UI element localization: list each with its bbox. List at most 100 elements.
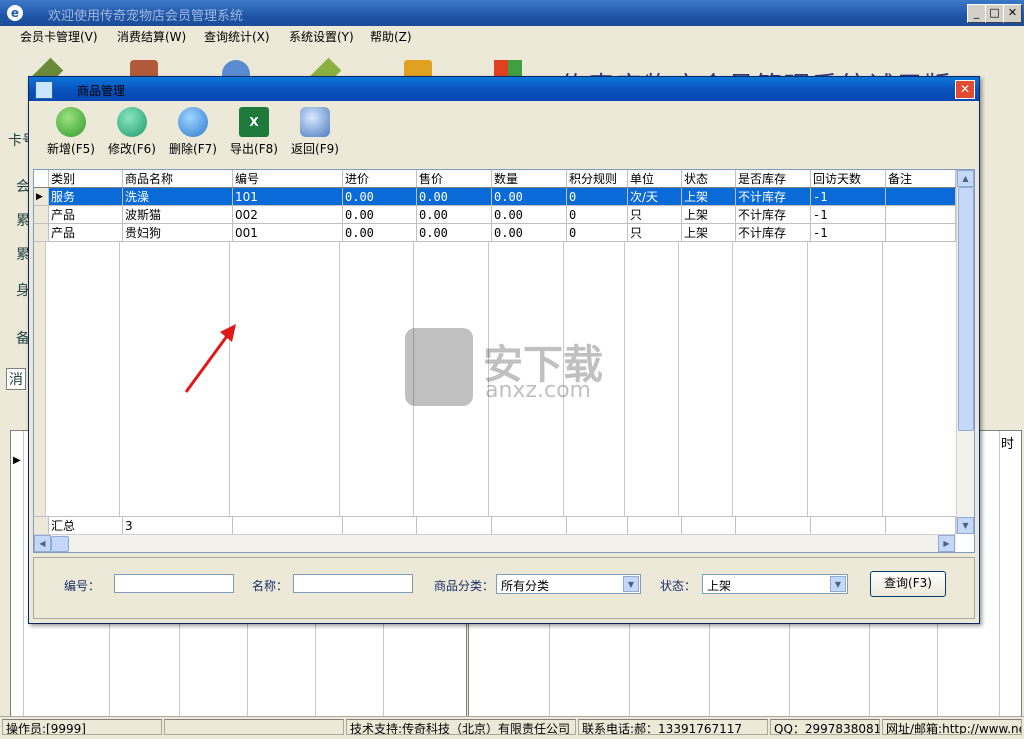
col-quantity[interactable]: 数量: [491, 170, 567, 188]
table-cell[interactable]: 0.00: [342, 187, 417, 206]
status-label: 状态：: [660, 579, 697, 593]
table-cell[interactable]: -1: [810, 223, 886, 242]
table-cell[interactable]: -1: [810, 205, 886, 224]
table-row[interactable]: 产品 波斯猫 002 0.00 0.00 0.00 0 只上架 不计库存 -1: [34, 205, 956, 224]
table-cell[interactable]: 002: [232, 205, 343, 224]
status-bar: 操作员:[9999] 技术支持:传奇科技（北京）有限责任公司 联系电话:郝：13…: [0, 716, 1024, 739]
table-cell[interactable]: 0.00: [416, 205, 492, 224]
export-button-label: 导出(F8): [230, 142, 278, 156]
edit-button[interactable]: 修改(F6): [104, 107, 160, 156]
row-indicator[interactable]: ▶: [34, 187, 49, 206]
menu-bar: 会员卡管理(V) 消费结算(W) 查询统计(X) 系统设置(Y) 帮助(Z): [0, 26, 1024, 46]
scroll-up-button[interactable]: ▲: [957, 170, 974, 187]
table-cell[interactable]: 贵妇狗: [122, 223, 233, 242]
table-cell[interactable]: 上架: [681, 223, 736, 242]
dialog-icon: [35, 81, 53, 99]
table-cell[interactable]: 服务: [48, 187, 123, 206]
table-row[interactable]: 产品 贵妇狗 001 0.00 0.00 0.00 0 只上架 不计库存 -1: [34, 223, 956, 242]
category-select[interactable]: 所有分类 ▼: [496, 574, 641, 594]
maximize-button[interactable]: □: [985, 4, 1004, 23]
menu-card-management[interactable]: 会员卡管理(V): [20, 28, 98, 45]
table-cell[interactable]: 0.00: [491, 223, 567, 242]
vertical-scrollbar[interactable]: ▲ ▼: [956, 170, 974, 534]
scroll-down-button[interactable]: ▼: [957, 517, 974, 534]
table-cell[interactable]: 产品: [48, 205, 123, 224]
add-button[interactable]: 新增(F5): [43, 107, 99, 156]
watermark: 安下载 anxz.com: [405, 328, 603, 406]
table-cell[interactable]: [885, 187, 956, 206]
menu-help[interactable]: 帮助(Z): [370, 28, 412, 45]
status-select[interactable]: 上架 ▼: [702, 574, 848, 594]
table-cell[interactable]: -1: [810, 187, 886, 206]
table-cell[interactable]: 产品: [48, 223, 123, 242]
table-cell[interactable]: 0.00: [416, 187, 492, 206]
menu-system-settings[interactable]: 系统设置(Y): [289, 28, 354, 45]
col-cost-price[interactable]: 进价: [342, 170, 417, 188]
table-cell[interactable]: 只: [627, 223, 682, 242]
return-button[interactable]: 返回(F9): [287, 107, 343, 156]
table-cell[interactable]: 波斯猫: [122, 205, 233, 224]
name-input[interactable]: [293, 574, 413, 593]
chevron-down-icon[interactable]: ▼: [830, 576, 846, 592]
col-sale-price[interactable]: 售价: [416, 170, 492, 188]
table-cell[interactable]: 001: [232, 223, 343, 242]
table-cell[interactable]: 不计库存: [735, 223, 811, 242]
table-cell[interactable]: 上架: [681, 187, 736, 206]
export-button[interactable]: X 导出(F8): [226, 107, 282, 156]
query-button[interactable]: 查询(F3): [870, 571, 946, 597]
edit-icon: [117, 107, 147, 137]
col-code[interactable]: 编号: [232, 170, 343, 188]
row-indicator[interactable]: [34, 205, 49, 224]
vertical-scroll-thumb[interactable]: [958, 187, 974, 431]
col-revisit-days[interactable]: 回访天数: [810, 170, 886, 188]
table-cell[interactable]: 0.00: [491, 205, 567, 224]
table-cell[interactable]: 0.00: [416, 223, 492, 242]
table-cell[interactable]: 101: [232, 187, 343, 206]
table-cell[interactable]: 洗澡: [122, 187, 233, 206]
table-cell[interactable]: [885, 205, 956, 224]
col-unit[interactable]: 单位: [627, 170, 682, 188]
table-cell[interactable]: 0: [566, 223, 628, 242]
chevron-down-icon[interactable]: ▼: [623, 576, 639, 592]
scroll-left-button[interactable]: ◀: [34, 535, 51, 552]
add-icon: [56, 107, 86, 137]
filter-bar: 编号： 名称： 商品分类： 所有分类 ▼ 状态： 上架 ▼ 查询(F3): [33, 557, 975, 619]
code-input[interactable]: [114, 574, 234, 593]
table-cell[interactable]: 不计库存: [735, 187, 811, 206]
bg-tab-consume[interactable]: 消: [6, 368, 26, 390]
row-indicator[interactable]: [34, 223, 49, 242]
table-cell[interactable]: 上架: [681, 205, 736, 224]
delete-button[interactable]: 删除(F7): [165, 107, 221, 156]
col-status[interactable]: 状态: [681, 170, 736, 188]
table-cell[interactable]: 次/天: [627, 187, 682, 206]
table-cell[interactable]: 0.00: [342, 223, 417, 242]
table-cell[interactable]: 0.00: [491, 187, 567, 206]
menu-query-stats[interactable]: 查询统计(X): [204, 28, 270, 45]
watermark-domain: anxz.com: [485, 378, 591, 403]
scroll-right-button[interactable]: ▶: [938, 535, 955, 552]
table-cell[interactable]: 0: [566, 187, 628, 206]
code-label: 编号：: [64, 579, 101, 593]
col-points-rule[interactable]: 积分规则: [566, 170, 628, 188]
table-cell[interactable]: 0: [566, 205, 628, 224]
col-remark[interactable]: 备注: [885, 170, 956, 188]
minimize-button[interactable]: _: [967, 4, 986, 23]
annotation-arrow-icon: [184, 324, 236, 393]
col-name[interactable]: 商品名称: [122, 170, 233, 188]
dialog-close-button[interactable]: ✕: [955, 80, 975, 99]
table-cell[interactable]: 0.00: [342, 205, 417, 224]
col-stock[interactable]: 是否库存: [735, 170, 811, 188]
status-phone: 联系电话:郝：13391767117: [578, 719, 768, 735]
table-row[interactable]: ▶ 服务 洗澡 101 0.00 0.00 0.00 0 次/天 上架 不计库存 -1: [34, 187, 956, 206]
add-button-label: 新增(F5): [47, 142, 95, 156]
close-button[interactable]: ✕: [1003, 4, 1022, 23]
col-category[interactable]: 类别: [48, 170, 123, 188]
table-cell[interactable]: 不计库存: [735, 205, 811, 224]
horizontal-scrollbar[interactable]: ◀ ▶: [34, 534, 956, 552]
table-cell[interactable]: 只: [627, 205, 682, 224]
watermark-shield-icon: [405, 328, 473, 406]
status-empty: [164, 719, 344, 735]
menu-consumption[interactable]: 消费结算(W): [117, 28, 186, 45]
horizontal-scroll-thumb[interactable]: [51, 536, 69, 552]
table-cell[interactable]: [885, 223, 956, 242]
